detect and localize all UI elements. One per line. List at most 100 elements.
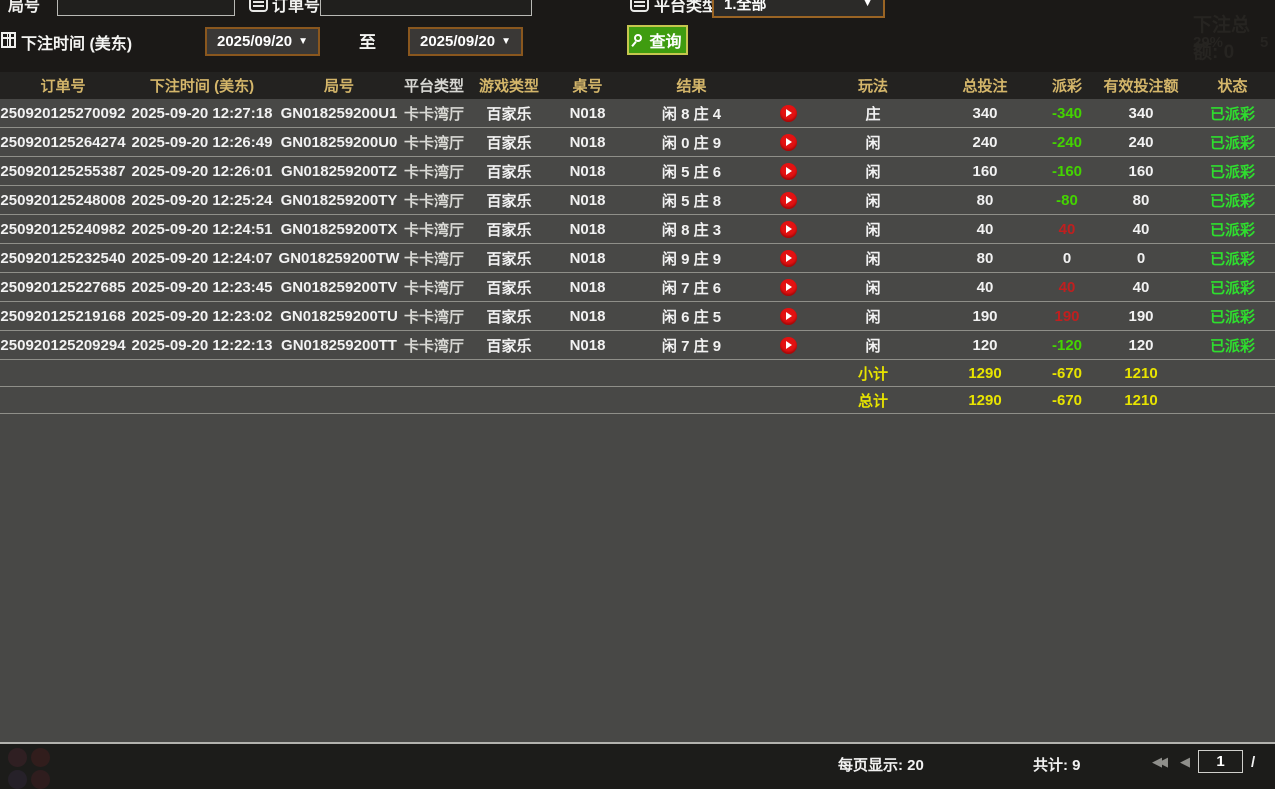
table-no-cell: N018 <box>550 134 625 151</box>
total-count-label: 共计: 9 <box>1033 754 1081 775</box>
game-type-cell: 百家乐 <box>468 190 550 211</box>
prev-page-button[interactable]: ◀ <box>1180 754 1186 770</box>
order-number-input[interactable] <box>320 0 532 16</box>
valid-bet-cell: 0 <box>1092 250 1190 267</box>
chevron-down-icon: ▼ <box>298 36 308 47</box>
replay-play-icon[interactable] <box>780 192 797 209</box>
replay-play-icon[interactable] <box>780 337 797 354</box>
replay-play-icon[interactable] <box>780 279 797 296</box>
order-id-cell: 250920125227685 <box>0 279 126 296</box>
replay-play-icon[interactable] <box>780 134 797 151</box>
play-type-cell: 闲 <box>818 277 928 298</box>
replay-play-icon[interactable] <box>780 250 797 267</box>
table-no-cell: N018 <box>550 308 625 325</box>
query-button[interactable]: 查询 <box>627 25 688 55</box>
ghost-percent-text: 29% <box>1193 34 1223 51</box>
replay-cell <box>758 162 818 180</box>
valid-bet-cell: 240 <box>1092 134 1190 151</box>
column-header: 游戏类型 <box>468 75 550 96</box>
date-to-picker[interactable]: 2025/09/20 ▼ <box>408 27 523 56</box>
valid-bet-cell: 40 <box>1092 221 1190 238</box>
play-type-cell: 闲 <box>818 132 928 153</box>
subtotal-label: 小计 <box>818 363 928 384</box>
page-separator: / <box>1251 754 1255 771</box>
page-number-input[interactable] <box>1198 750 1243 773</box>
replay-play-icon[interactable] <box>780 221 797 238</box>
platform-cell: 卡卡湾厅 <box>400 277 468 298</box>
platform-cell: 卡卡湾厅 <box>400 219 468 240</box>
payout-cell: 40 <box>1042 279 1092 296</box>
order-id-cell: 250920125264274 <box>0 134 126 151</box>
table-header-row: 订单号下注时间 (美东)局号平台类型游戏类型桌号结果玩法总投注派彩有效投注额状态 <box>0 72 1275 99</box>
status-cell: 已派彩 <box>1190 190 1275 211</box>
query-button-label: 查询 <box>649 28 681 52</box>
round-id-cell: GN018259200TT <box>278 337 400 354</box>
bet-time-cell: 2025-09-20 12:24:07 <box>126 250 278 267</box>
game-type-cell: 百家乐 <box>468 132 550 153</box>
date-from-picker[interactable]: 2025/09/20 ▼ <box>205 27 320 56</box>
result-cell: 闲 6 庄 5 <box>625 306 758 327</box>
replay-play-icon[interactable] <box>780 308 797 325</box>
column-header: 有效投注额 <box>1092 75 1190 96</box>
pencil-icon <box>0 0 6 10</box>
round-number-input[interactable] <box>57 0 235 16</box>
total-bet-cell: 80 <box>928 250 1042 267</box>
play-type-cell: 闲 <box>818 190 928 211</box>
replay-cell <box>758 191 818 209</box>
status-cell: 已派彩 <box>1190 335 1275 356</box>
grand-total-row: 总计1290-6701210 <box>0 387 1275 414</box>
bet-time-cell: 2025-09-20 12:26:01 <box>126 163 278 180</box>
total-bet-cell: 160 <box>928 163 1042 180</box>
order-id-cell: 250920125219168 <box>0 308 126 325</box>
order-list-icon <box>249 0 268 12</box>
column-header: 订单号 <box>0 75 126 96</box>
table-row: 2509201252191682025-09-20 12:23:02GN0182… <box>0 302 1275 331</box>
ghost-icon <box>31 770 50 789</box>
order-id-cell: 250920125232540 <box>0 250 126 267</box>
platform-type-label: 平台类型 <box>654 0 718 16</box>
platform-type-select[interactable]: 1.全部 ▼ <box>712 0 885 18</box>
column-header: 结果 <box>625 75 758 96</box>
subtotal-row: 小计1290-6701210 <box>0 360 1275 387</box>
status-cell: 已派彩 <box>1190 248 1275 269</box>
payout-cell: 0 <box>1042 250 1092 267</box>
status-cell: 已派彩 <box>1190 132 1275 153</box>
first-page-button[interactable]: ◀◀ <box>1152 754 1164 770</box>
table-row: 2509201252700922025-09-20 12:27:18GN0182… <box>0 99 1275 128</box>
total-bet-cell: 120 <box>928 337 1042 354</box>
pagination-bar: 每页显示: 20 共计: 9 ◀◀ ◀ / <box>0 742 1275 780</box>
table-row: 2509201252409822025-09-20 12:24:51GN0182… <box>0 215 1275 244</box>
total-bet-cell: 240 <box>928 134 1042 151</box>
subtotal-payout: -670 <box>1042 365 1092 382</box>
replay-cell <box>758 133 818 151</box>
ghost-icon <box>31 748 50 767</box>
play-type-cell: 闲 <box>818 248 928 269</box>
replay-cell <box>758 249 818 267</box>
table-no-cell: N018 <box>550 279 625 296</box>
bet-time-cell: 2025-09-20 12:23:45 <box>126 279 278 296</box>
result-cell: 闲 0 庄 9 <box>625 132 758 153</box>
round-id-cell: GN018259200TU <box>278 308 400 325</box>
valid-bet-cell: 80 <box>1092 192 1190 209</box>
status-cell: 已派彩 <box>1190 277 1275 298</box>
result-cell: 闲 9 庄 9 <box>625 248 758 269</box>
table-row: 2509201252325402025-09-20 12:24:07GN0182… <box>0 244 1275 273</box>
game-type-cell: 百家乐 <box>468 248 550 269</box>
total-bet-cell: 340 <box>928 105 1042 122</box>
result-cell: 闲 5 庄 8 <box>625 190 758 211</box>
table-no-cell: N018 <box>550 337 625 354</box>
total-bet-cell: 40 <box>928 279 1042 296</box>
column-header: 平台类型 <box>400 75 468 96</box>
table-body: 2509201252700922025-09-20 12:27:18GN0182… <box>0 99 1275 742</box>
game-type-cell: 百家乐 <box>468 219 550 240</box>
total-bet-cell: 80 <box>928 192 1042 209</box>
table-row: 2509201252553872025-09-20 12:26:01GN0182… <box>0 157 1275 186</box>
platform-cell: 卡卡湾厅 <box>400 132 468 153</box>
grand-total-valid-bet: 1210 <box>1092 392 1190 409</box>
platform-type-icon <box>630 0 649 12</box>
replay-play-icon[interactable] <box>780 105 797 122</box>
game-type-cell: 百家乐 <box>468 335 550 356</box>
bet-time-cell: 2025-09-20 12:24:51 <box>126 221 278 238</box>
replay-play-icon[interactable] <box>780 163 797 180</box>
replay-cell <box>758 220 818 238</box>
